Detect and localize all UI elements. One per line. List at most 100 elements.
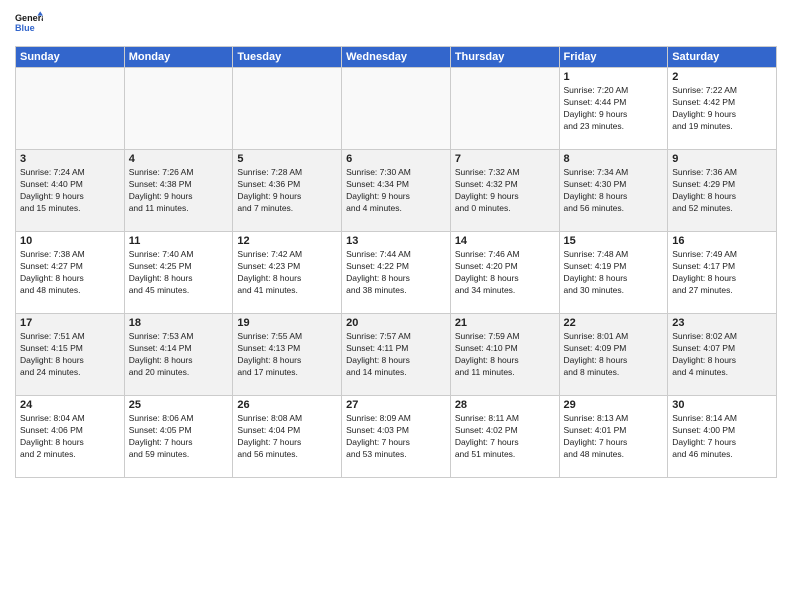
day-cell: 7 Sunrise: 7:32 AM Sunset: 4:32 PM Daylig… — [450, 150, 559, 232]
day-cell: 20Sunrise: 7:57 AM Sunset: 4:11 PM Dayli… — [342, 314, 451, 396]
day-cell: 22 Sunrise: 8:01 AM Sunset: 4:09 PM Dayli… — [559, 314, 668, 396]
day-number: 23 — [672, 317, 772, 329]
day-number: 7 — [455, 153, 555, 165]
day-number: 27 — [346, 399, 446, 411]
day-number: 4 — [129, 153, 229, 165]
day-number: 2 — [672, 71, 772, 83]
day-info: Sunrise: 7:49 AM Sunset: 4:17 PM Dayligh… — [672, 249, 772, 297]
day-cell: 15 Sunrise: 7:48 AM Sunset: 4:19 PM Dayli… — [559, 232, 668, 314]
day-info: Sunrise: 8:11 AM Sunset: 4:02 PM Dayligh… — [455, 413, 555, 461]
day-cell: 11 Sunrise: 7:40 AM Sunset: 4:25 PM Dayli… — [124, 232, 233, 314]
day-cell: 14Sunrise: 7:46 AM Sunset: 4:20 PM Dayli… — [450, 232, 559, 314]
day-cell: 8 Sunrise: 7:34 AM Sunset: 4:30 PM Daylig… — [559, 150, 668, 232]
day-number: 20 — [346, 317, 446, 329]
day-cell: 5Sunrise: 7:28 AM Sunset: 4:36 PM Daylig… — [233, 150, 342, 232]
day-cell: 26 Sunrise: 8:08 AM Sunset: 4:04 PM Dayli… — [233, 396, 342, 478]
day-info: Sunrise: 7:22 AM Sunset: 4:42 PM Dayligh… — [672, 85, 772, 133]
day-number: 16 — [672, 235, 772, 247]
day-number: 8 — [564, 153, 664, 165]
day-cell: 25 Sunrise: 8:06 AM Sunset: 4:05 PM Dayli… — [124, 396, 233, 478]
day-cell: 12 Sunrise: 7:42 AM Sunset: 4:23 PM Dayli… — [233, 232, 342, 314]
logo: General Blue — [15, 10, 47, 38]
day-number: 26 — [237, 399, 337, 411]
day-info: Sunrise: 8:14 AM Sunset: 4:00 PM Dayligh… — [672, 413, 772, 461]
day-cell: 18Sunrise: 7:53 AM Sunset: 4:14 PM Dayli… — [124, 314, 233, 396]
week-row-3: 10 Sunrise: 7:38 AM Sunset: 4:27 PM Dayli… — [16, 232, 777, 314]
day-cell: 29Sunrise: 8:13 AM Sunset: 4:01 PM Dayli… — [559, 396, 668, 478]
day-number: 6 — [346, 153, 446, 165]
logo-icon: General Blue — [15, 10, 43, 38]
day-cell: 23 Sunrise: 8:02 AM Sunset: 4:07 PM Dayli… — [668, 314, 777, 396]
day-info: Sunrise: 7:59 AM Sunset: 4:10 PM Dayligh… — [455, 331, 555, 379]
day-cell: 24 Sunrise: 8:04 AM Sunset: 4:06 PM Dayli… — [16, 396, 125, 478]
day-number: 19 — [237, 317, 337, 329]
day-info: Sunrise: 7:24 AM Sunset: 4:40 PM Dayligh… — [20, 167, 120, 215]
day-number: 3 — [20, 153, 120, 165]
day-number: 18 — [129, 317, 229, 329]
day-info: Sunrise: 7:36 AM Sunset: 4:29 PM Dayligh… — [672, 167, 772, 215]
day-number: 30 — [672, 399, 772, 411]
day-info: Sunrise: 7:26 AM Sunset: 4:38 PM Dayligh… — [129, 167, 229, 215]
day-cell: 6 Sunrise: 7:30 AM Sunset: 4:34 PM Daylig… — [342, 150, 451, 232]
day-info: Sunrise: 8:08 AM Sunset: 4:04 PM Dayligh… — [237, 413, 337, 461]
day-cell: 28 Sunrise: 8:11 AM Sunset: 4:02 PM Dayli… — [450, 396, 559, 478]
week-row-4: 17Sunrise: 7:51 AM Sunset: 4:15 PM Dayli… — [16, 314, 777, 396]
day-cell: 9 Sunrise: 7:36 AM Sunset: 4:29 PM Daylig… — [668, 150, 777, 232]
week-row-1: 1 Sunrise: 7:20 AM Sunset: 4:44 PM Daylig… — [16, 68, 777, 150]
day-number: 24 — [20, 399, 120, 411]
day-info: Sunrise: 8:09 AM Sunset: 4:03 PM Dayligh… — [346, 413, 446, 461]
day-number: 12 — [237, 235, 337, 247]
day-number: 28 — [455, 399, 555, 411]
day-info: Sunrise: 7:42 AM Sunset: 4:23 PM Dayligh… — [237, 249, 337, 297]
svg-text:Blue: Blue — [15, 23, 35, 33]
day-cell — [450, 68, 559, 150]
day-cell: 13 Sunrise: 7:44 AM Sunset: 4:22 PM Dayli… — [342, 232, 451, 314]
day-number: 22 — [564, 317, 664, 329]
day-cell: 16 Sunrise: 7:49 AM Sunset: 4:17 PM Dayli… — [668, 232, 777, 314]
day-cell — [233, 68, 342, 150]
day-cell: 21 Sunrise: 7:59 AM Sunset: 4:10 PM Dayli… — [450, 314, 559, 396]
day-info: Sunrise: 8:02 AM Sunset: 4:07 PM Dayligh… — [672, 331, 772, 379]
day-cell: 17Sunrise: 7:51 AM Sunset: 4:15 PM Dayli… — [16, 314, 125, 396]
day-info: Sunrise: 7:55 AM Sunset: 4:13 PM Dayligh… — [237, 331, 337, 379]
col-header-friday: Friday — [559, 47, 668, 68]
day-cell: 19 Sunrise: 7:55 AM Sunset: 4:13 PM Dayli… — [233, 314, 342, 396]
col-header-thursday: Thursday — [450, 47, 559, 68]
day-number: 25 — [129, 399, 229, 411]
day-info: Sunrise: 7:34 AM Sunset: 4:30 PM Dayligh… — [564, 167, 664, 215]
day-info: Sunrise: 7:30 AM Sunset: 4:34 PM Dayligh… — [346, 167, 446, 215]
col-header-tuesday: Tuesday — [233, 47, 342, 68]
day-number: 29 — [564, 399, 664, 411]
day-number: 15 — [564, 235, 664, 247]
day-info: Sunrise: 7:32 AM Sunset: 4:32 PM Dayligh… — [455, 167, 555, 215]
day-number: 10 — [20, 235, 120, 247]
day-info: Sunrise: 8:06 AM Sunset: 4:05 PM Dayligh… — [129, 413, 229, 461]
day-info: Sunrise: 7:44 AM Sunset: 4:22 PM Dayligh… — [346, 249, 446, 297]
day-cell: 1 Sunrise: 7:20 AM Sunset: 4:44 PM Daylig… — [559, 68, 668, 150]
col-header-sunday: Sunday — [16, 47, 125, 68]
day-info: Sunrise: 7:46 AM Sunset: 4:20 PM Dayligh… — [455, 249, 555, 297]
day-info: Sunrise: 7:38 AM Sunset: 4:27 PM Dayligh… — [20, 249, 120, 297]
day-number: 1 — [564, 71, 664, 83]
col-header-saturday: Saturday — [668, 47, 777, 68]
day-cell: 3 Sunrise: 7:24 AM Sunset: 4:40 PM Daylig… — [16, 150, 125, 232]
day-cell: 2 Sunrise: 7:22 AM Sunset: 4:42 PM Daylig… — [668, 68, 777, 150]
header-row: SundayMondayTuesdayWednesdayThursdayFrid… — [16, 47, 777, 68]
calendar: SundayMondayTuesdayWednesdayThursdayFrid… — [15, 46, 777, 478]
week-row-2: 3 Sunrise: 7:24 AM Sunset: 4:40 PM Daylig… — [16, 150, 777, 232]
header: General Blue — [15, 10, 777, 38]
day-info: Sunrise: 7:40 AM Sunset: 4:25 PM Dayligh… — [129, 249, 229, 297]
day-cell — [342, 68, 451, 150]
day-number: 9 — [672, 153, 772, 165]
day-number: 13 — [346, 235, 446, 247]
day-number: 21 — [455, 317, 555, 329]
day-number: 5 — [237, 153, 337, 165]
day-info: Sunrise: 8:04 AM Sunset: 4:06 PM Dayligh… — [20, 413, 120, 461]
week-row-5: 24 Sunrise: 8:04 AM Sunset: 4:06 PM Dayli… — [16, 396, 777, 478]
day-cell: 10 Sunrise: 7:38 AM Sunset: 4:27 PM Dayli… — [16, 232, 125, 314]
day-info: Sunrise: 7:20 AM Sunset: 4:44 PM Dayligh… — [564, 85, 664, 133]
day-number: 11 — [129, 235, 229, 247]
day-info: Sunrise: 8:01 AM Sunset: 4:09 PM Dayligh… — [564, 331, 664, 379]
page: General Blue SundayMondayTuesdayWednesda… — [0, 0, 792, 612]
day-info: Sunrise: 7:48 AM Sunset: 4:19 PM Dayligh… — [564, 249, 664, 297]
